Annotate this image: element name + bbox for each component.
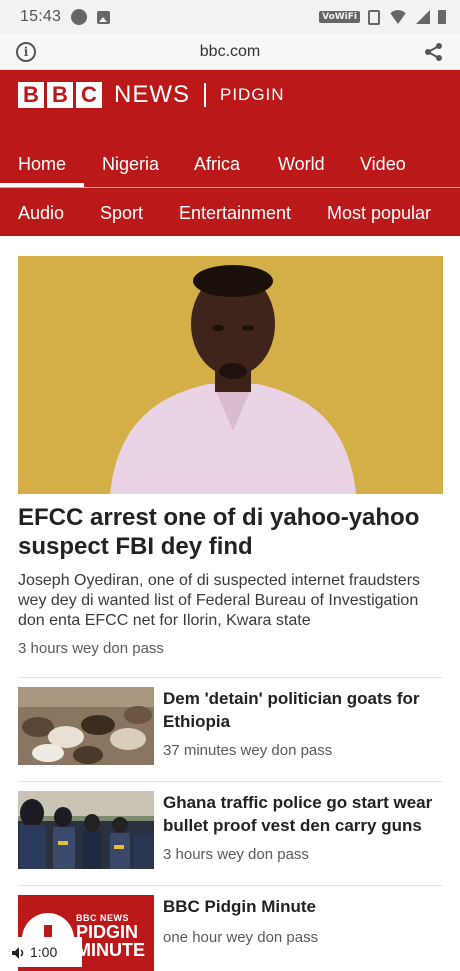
story-thumbnail-police[interactable]	[18, 791, 154, 869]
brand-news: NEWS	[114, 81, 190, 108]
info-icon[interactable]: i	[16, 41, 36, 62]
share-icon[interactable]	[424, 42, 444, 62]
nav-divider	[0, 187, 460, 188]
bbc-logo-letter: B	[18, 82, 44, 108]
bbc-logo-letter: C	[76, 82, 102, 108]
divider	[18, 781, 443, 782]
browser-url-bar[interactable]: i bbc.com	[0, 34, 460, 70]
vibrate-icon	[368, 9, 380, 25]
status-bar: 15:43 VoWiFi	[0, 0, 460, 34]
bbc-news-pidgin-logo[interactable]: B B C NEWS PIDGIN	[18, 81, 285, 108]
signal-icon	[416, 10, 430, 24]
media-duration: 1:00	[30, 944, 58, 960]
brand-section: PIDGIN	[220, 85, 285, 104]
list-item[interactable]: Dem 'detain' politician goats for Ethiop…	[18, 687, 443, 765]
nav-audio[interactable]: Audio	[18, 203, 64, 224]
nav-most-popular[interactable]: Most popular	[327, 203, 431, 224]
vowifi-icon: VoWiFi	[319, 11, 360, 23]
story-time: one hour wey don pass	[163, 929, 319, 946]
gallery-icon	[97, 10, 111, 24]
story-time: 3 hours wey don pass	[163, 846, 309, 863]
thumb-line1: PIDGIN	[76, 922, 139, 942]
main-story-title[interactable]: EFCC arrest one of di yahoo-yahoo suspec…	[18, 503, 443, 561]
main-story-summary: Joseph Oyediran, one of di suspected int…	[18, 572, 421, 629]
story-title[interactable]: Dem 'detain' politician goats for Ethiop…	[163, 687, 443, 733]
url-text[interactable]: bbc.com	[36, 43, 424, 61]
battery-icon	[438, 10, 446, 24]
speaker-icon	[12, 946, 24, 959]
notification-icon	[71, 9, 88, 25]
nav-sport[interactable]: Sport	[100, 203, 143, 224]
nav-africa[interactable]: Africa	[194, 154, 240, 175]
divider	[18, 677, 443, 678]
nav-world[interactable]: World	[278, 154, 325, 175]
site-header: B B C NEWS PIDGIN Home Nigeria Africa Wo…	[0, 70, 460, 236]
status-time: 15:43	[20, 8, 62, 25]
nav-nigeria[interactable]: Nigeria	[102, 154, 159, 175]
bbc-logo-letter: B	[47, 82, 73, 108]
nav-home[interactable]: Home	[18, 154, 66, 175]
thumb-line2: MINUTE	[76, 940, 145, 960]
media-duration-badge[interactable]: 1:00	[0, 937, 82, 967]
story-time: 37 minutes wey don pass	[163, 742, 333, 759]
story-thumbnail-goats[interactable]	[18, 687, 154, 765]
wifi-icon	[388, 10, 408, 24]
nav-entertainment[interactable]: Entertainment	[179, 203, 291, 224]
main-story-time: 3 hours wey don pass	[18, 640, 164, 657]
list-item[interactable]: Ghana traffic police go start wear bulle…	[18, 791, 443, 869]
nav-video[interactable]: Video	[360, 154, 406, 175]
story-title[interactable]: BBC Pidgin Minute	[163, 895, 443, 918]
brand-separator	[204, 83, 206, 107]
divider	[18, 885, 443, 886]
story-title[interactable]: Ghana traffic police go start wear bulle…	[163, 791, 443, 837]
main-story-image[interactable]	[18, 256, 443, 494]
